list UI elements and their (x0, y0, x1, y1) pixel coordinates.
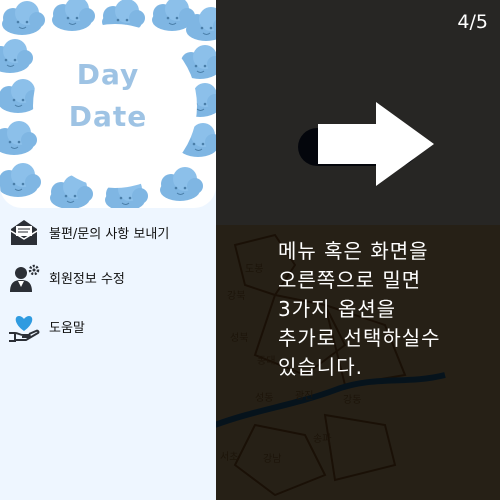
menu-item-help[interactable]: 도움말 (0, 307, 216, 347)
tutorial-line: 추가로 선택하실수 (278, 326, 441, 350)
side-drawer: Day Date 불편/문의 사항 보내기 회원정보 수정 도움말 (0, 0, 216, 500)
user-settings-icon (10, 264, 40, 292)
menu-item-edit-profile-label: 회원정보 수정 (49, 272, 125, 287)
tutorial-message: 메뉴 혹은 화면을 오른쪽으로 밀면 3가지 옵션을 추가로 선택하실수 있습니… (278, 237, 441, 382)
menu-item-feedback-label: 불편/문의 사항 보내기 (49, 227, 170, 242)
menu-item-feedback[interactable]: 불편/문의 사항 보내기 (0, 213, 216, 253)
menu-item-edit-profile[interactable]: 회원정보 수정 (0, 258, 216, 298)
tutorial-page-indicator: 4/5 (457, 11, 488, 33)
tutorial-line: 3가지 옵션을 (278, 297, 397, 321)
mail-icon (10, 220, 38, 245)
logo-text-date: Date (68, 100, 148, 133)
menu-item-help-label: 도움말 (49, 321, 85, 336)
heart-hand-icon (9, 316, 40, 342)
tutorial-line: 있습니다. (278, 355, 363, 379)
app-logo: Day Date (0, 0, 216, 208)
right-arrow-icon (318, 102, 434, 186)
tutorial-line: 오른쪽으로 밀면 (278, 268, 422, 292)
logo-text-day: Day (76, 58, 140, 91)
tutorial-line: 메뉴 혹은 화면을 (278, 239, 429, 263)
